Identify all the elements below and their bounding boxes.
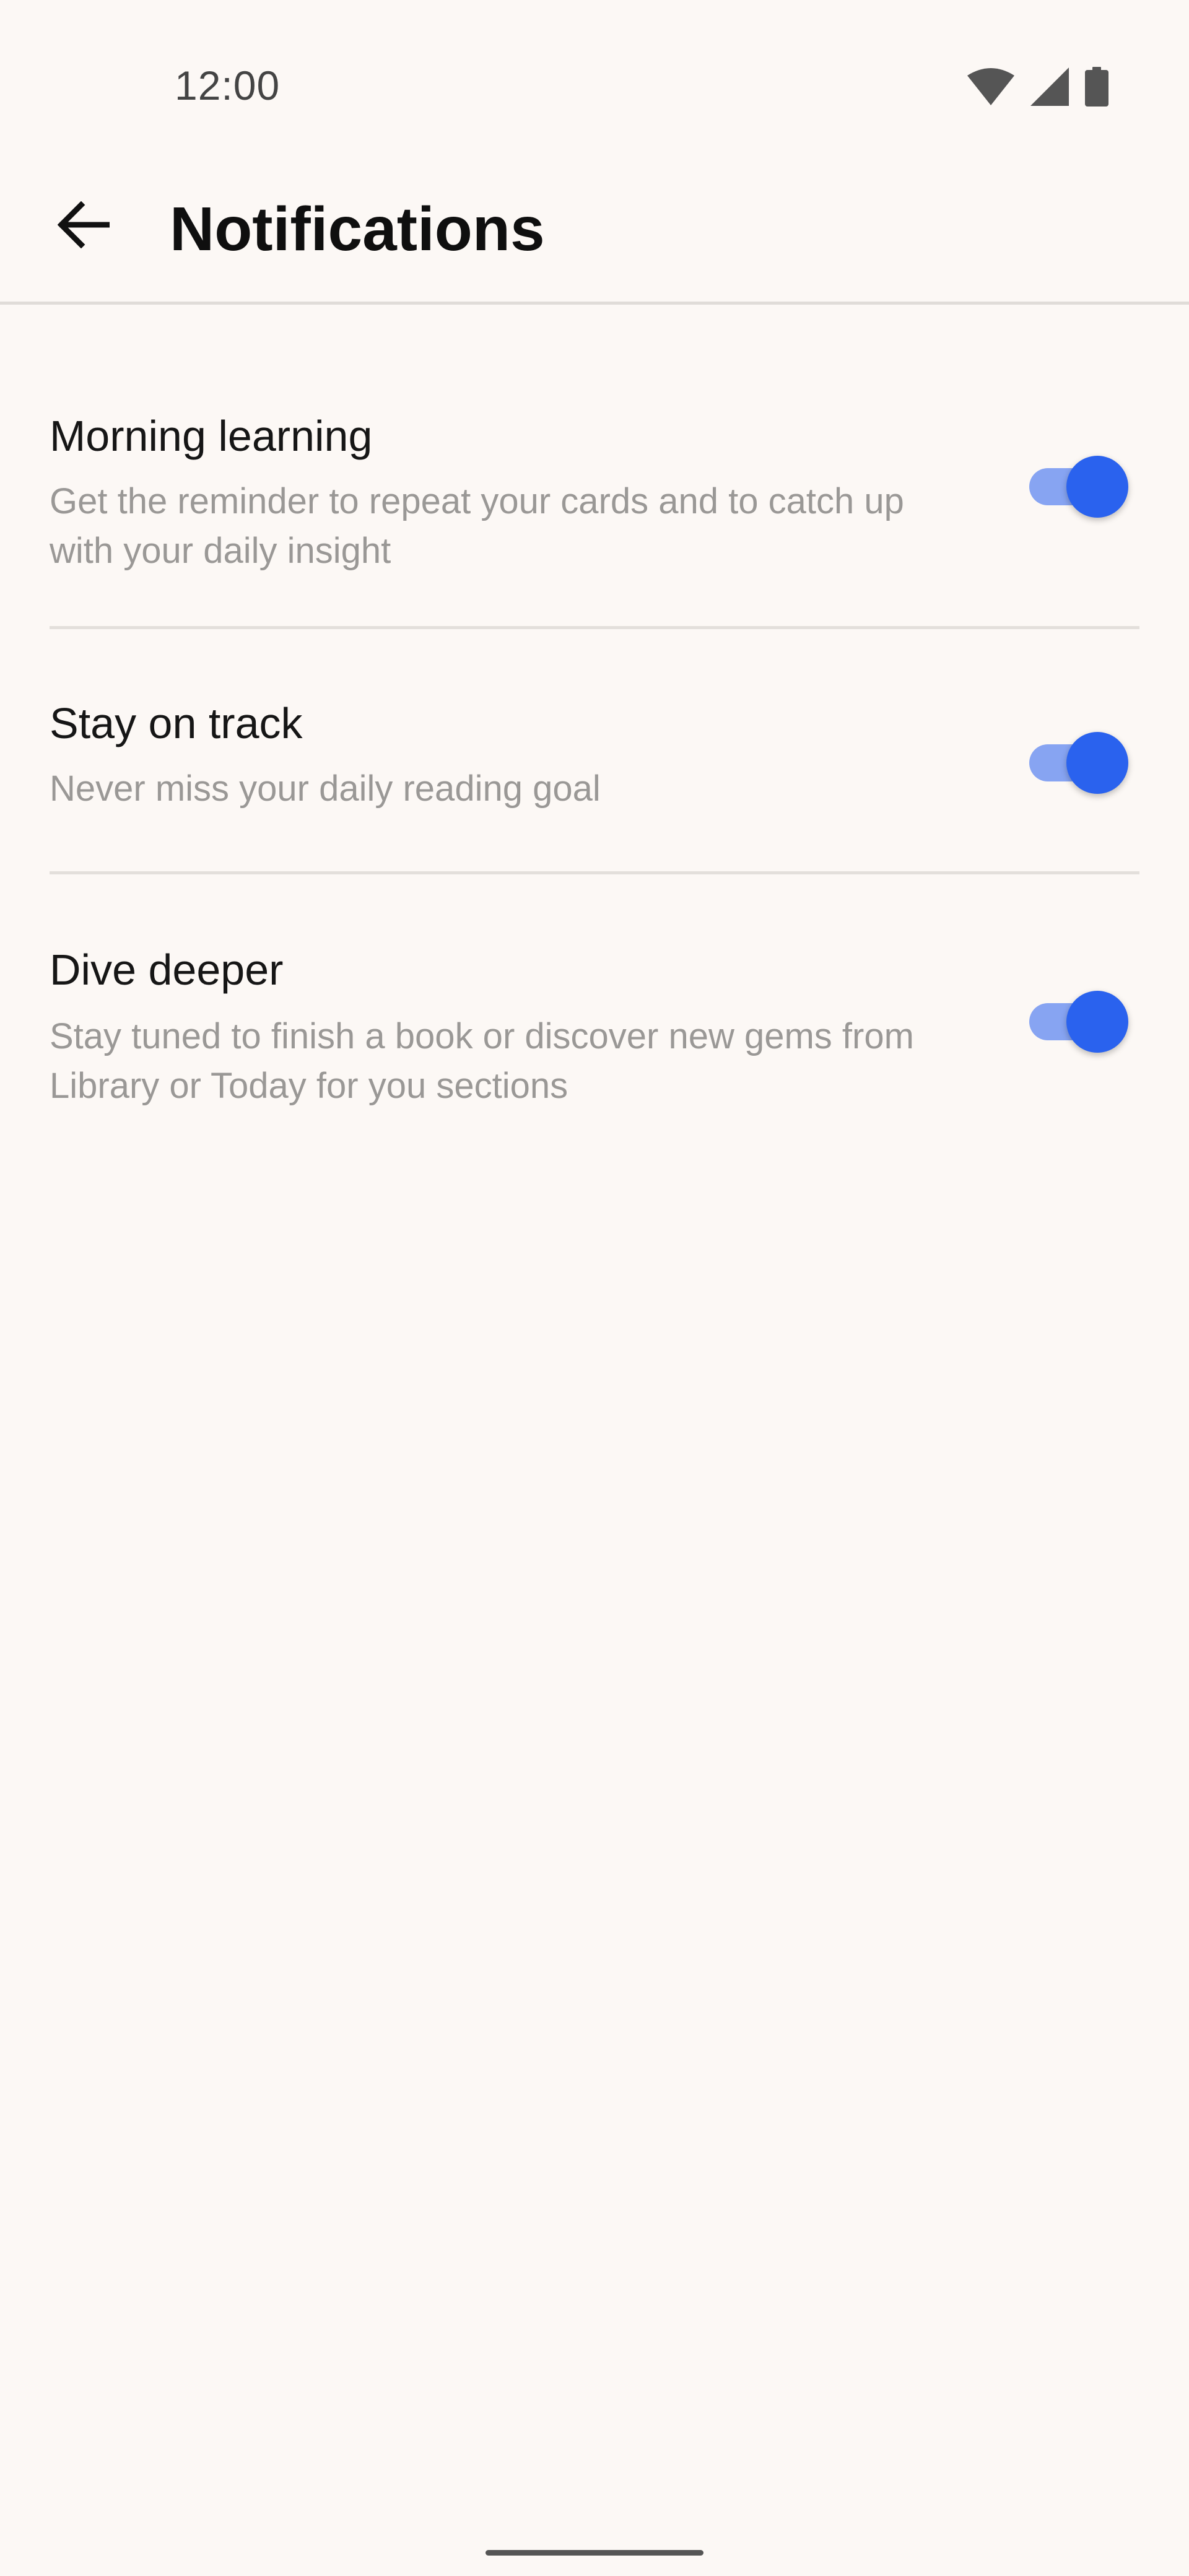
battery-icon (1085, 67, 1108, 107)
setting-dive-deeper: Dive deeper Stay tuned to finish a book … (50, 874, 1139, 1134)
toggle-thumb (1066, 456, 1128, 518)
page-title: Notifications (170, 194, 545, 264)
toggle-thumb (1066, 732, 1128, 794)
morning-learning-toggle[interactable] (1029, 456, 1128, 518)
stay-on-track-toggle[interactable] (1029, 732, 1128, 794)
dive-deeper-toggle[interactable] (1029, 991, 1128, 1053)
status-bar: 12:00 (0, 0, 1189, 149)
setting-description: Get the reminder to repeat your cards an… (50, 481, 904, 571)
setting-title: Morning learning (50, 412, 373, 460)
setting-title: Dive deeper (50, 946, 284, 994)
arrow-back-icon (57, 201, 110, 251)
setting-morning-learning: Morning learning Get the reminder to rep… (50, 305, 1139, 629)
home-indicator[interactable] (486, 2550, 703, 2556)
setting-description: Never miss your daily reading goal (50, 768, 601, 809)
toggle-thumb (1066, 991, 1128, 1053)
app-bar: Notifications (0, 149, 1189, 305)
signal-icon (1030, 67, 1069, 106)
status-icons (967, 67, 1108, 107)
setting-description: Stay tuned to finish a book or discover … (50, 1016, 914, 1106)
wifi-icon (967, 68, 1014, 105)
setting-title: Stay on track (50, 699, 303, 747)
settings-list: Morning learning Get the reminder to rep… (0, 305, 1189, 1134)
status-time: 12:00 (175, 63, 281, 108)
back-button[interactable] (43, 186, 124, 266)
setting-stay-on-track: Stay on track Never miss your daily read… (50, 629, 1139, 874)
